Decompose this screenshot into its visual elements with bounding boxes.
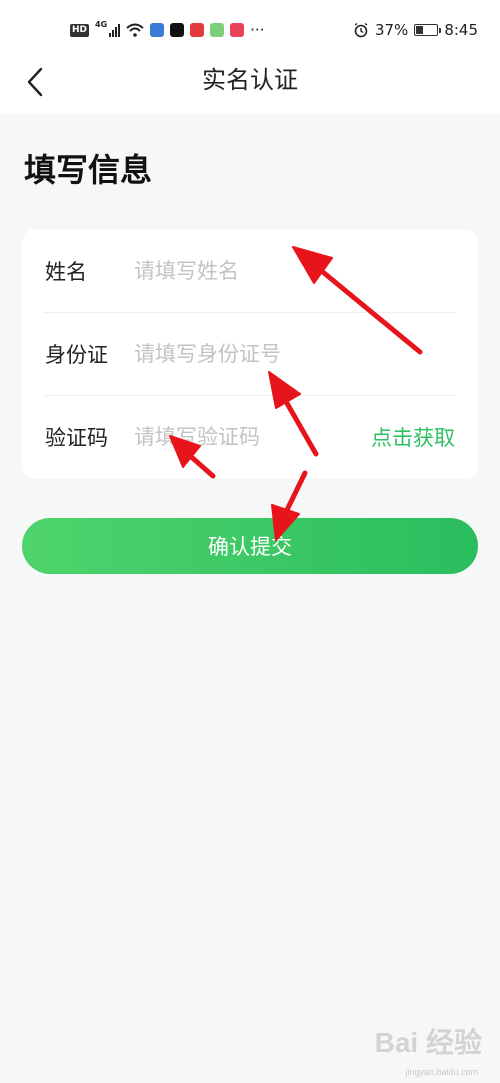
wifi-icon bbox=[126, 23, 144, 37]
form-card: 姓名 身份证 验证码 点击获取 bbox=[22, 229, 478, 479]
tv-app-icon bbox=[230, 23, 245, 37]
get-code-button[interactable]: 点击获取 bbox=[371, 422, 455, 452]
capcut-icon bbox=[170, 23, 185, 37]
red-app-icon bbox=[190, 23, 205, 37]
more-notifications-icon: ··· bbox=[250, 21, 265, 39]
status-bar-left: HD 4G ··· bbox=[70, 20, 264, 40]
clock: 8:45 bbox=[444, 21, 478, 39]
battery-percent: 37% bbox=[374, 21, 409, 39]
name-row: 姓名 bbox=[22, 229, 478, 312]
watermark-logo: Bai 经验 bbox=[375, 1021, 482, 1061]
id-card-input[interactable] bbox=[134, 341, 364, 366]
submit-button[interactable]: 确认提交 bbox=[22, 518, 478, 574]
hd-badge: HD bbox=[70, 23, 90, 37]
green-app-icon bbox=[210, 23, 225, 37]
alarm-icon bbox=[354, 22, 368, 38]
page-title: 实名认证 bbox=[202, 66, 298, 94]
id-card-row: 身份证 bbox=[22, 312, 478, 395]
id-card-label: 身份证 bbox=[45, 342, 108, 367]
section-heading: 填写信息 bbox=[24, 151, 153, 189]
name-label: 姓名 bbox=[45, 259, 87, 284]
battery-icon bbox=[414, 24, 442, 36]
network-type: 4G bbox=[95, 19, 108, 29]
name-input[interactable] bbox=[134, 258, 364, 283]
battery-level bbox=[416, 26, 424, 34]
nav-bar: 实名认证 bbox=[0, 48, 500, 114]
code-row: 验证码 点击获取 bbox=[22, 395, 478, 478]
app-notification-icon bbox=[150, 23, 165, 37]
watermark-url: jingyan.baidu.com bbox=[405, 1067, 478, 1077]
status-bar-right: 37% 8:45 bbox=[353, 20, 478, 40]
code-label: 验证码 bbox=[45, 425, 108, 450]
signal-icon bbox=[109, 23, 121, 37]
watermark-text: Bai 经验 bbox=[374, 1027, 482, 1058]
code-input[interactable] bbox=[134, 424, 344, 449]
